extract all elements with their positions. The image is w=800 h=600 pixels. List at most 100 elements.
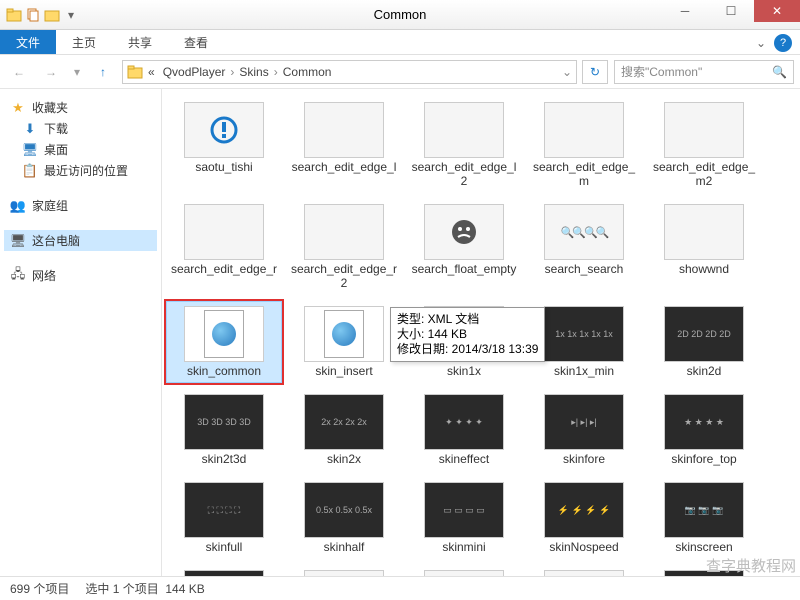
file-name: skin2x — [327, 452, 361, 466]
quick-access: ▾ — [0, 7, 85, 23]
file-name: search_float_empty — [412, 262, 517, 276]
window-title: Common — [374, 7, 427, 22]
file-name: skin2t3d — [202, 452, 247, 466]
close-button[interactable]: ✕ — [754, 0, 800, 22]
nav-pane: ★收藏夹 ⬇下载 🖥桌面 📋最近访问的位置 👥家庭组 🖥这台电脑 🖧网络 — [0, 89, 162, 576]
sidebar-thispc[interactable]: 🖥这台电脑 — [4, 230, 157, 251]
file-item[interactable]: 3D 3D 3D 3Dskin2t3d — [166, 389, 282, 471]
file-name: skinfore_top — [671, 452, 736, 466]
file-name: skin_insert — [315, 364, 372, 378]
folder-icon — [127, 64, 143, 80]
tab-view[interactable]: 查看 — [168, 30, 224, 54]
star-icon: ★ — [10, 100, 26, 116]
file-item[interactable]: slider_back_barrage — [286, 565, 402, 576]
ribbon-expand-icon[interactable]: ⌄ — [756, 36, 766, 50]
file-item[interactable]: ▸| ▸| ▸|skinfore — [526, 389, 642, 471]
file-item[interactable]: 📷 📷 📷skinscreen — [646, 477, 762, 559]
file-name: skinfull — [206, 540, 243, 554]
file-item[interactable]: 2x 2x 2x 2xskin2x — [286, 389, 402, 471]
minimize-button[interactable]: ─ — [662, 0, 708, 22]
search-placeholder: 搜索"Common" — [621, 63, 768, 80]
network-icon: 🖧 — [10, 268, 26, 284]
file-item[interactable]: search_edit_edge_r2 — [286, 199, 402, 295]
qat-dropdown-icon[interactable]: ▾ — [63, 7, 79, 23]
tab-home[interactable]: 主页 — [56, 30, 112, 54]
refresh-button[interactable]: ↻ — [582, 60, 608, 84]
window-controls: ─ ☐ ✕ — [662, 0, 800, 22]
tab-share[interactable]: 共享 — [112, 30, 168, 54]
status-bar: 699 个项目 选中 1 个项目 144 KB — [0, 576, 800, 600]
file-item[interactable]: ⚡ ⚡ ⚡ ⚡skinspeed — [166, 565, 282, 576]
homegroup-icon: 👥 — [10, 198, 26, 214]
file-item[interactable]: slider_back_sound — [526, 565, 642, 576]
file-name: search_search — [545, 262, 624, 276]
file-item[interactable]: 🔍🔍🔍🔍search_search — [526, 199, 642, 295]
file-name: search_edit_edge_r — [171, 262, 277, 276]
crumb-2[interactable]: Skins — [236, 65, 271, 79]
file-item[interactable]: ▭ ▭ ▭ ▭skinmini — [406, 477, 522, 559]
sidebar-favorites[interactable]: ★收藏夹 — [4, 97, 157, 118]
sidebar-downloads[interactable]: ⬇下载 — [4, 118, 157, 139]
file-item[interactable]: skin_common — [166, 301, 282, 383]
file-item[interactable]: skin_insert — [286, 301, 402, 383]
recent-button[interactable]: ▾ — [70, 59, 84, 85]
file-name: search_edit_edge_l — [292, 160, 397, 174]
file-name: skinNospeed — [549, 540, 618, 554]
recent-icon: 📋 — [22, 163, 38, 179]
file-grid[interactable]: saotu_tishi search_edit_edge_l search_edit… — [162, 89, 800, 576]
address-bar: ← → ▾ ↑ « QvodPlayer › Skins › Common ⌄ … — [0, 55, 800, 89]
file-item[interactable]: search_edit_edge_m — [526, 97, 642, 193]
file-name: search_edit_edge_l2 — [409, 160, 519, 188]
crumb-1[interactable]: QvodPlayer — [160, 65, 229, 79]
sidebar-homegroup[interactable]: 👥家庭组 — [4, 195, 157, 216]
file-item[interactable]: 2D 2D 2D 2Dskin2d — [646, 301, 762, 383]
tab-file[interactable]: 文件 — [0, 30, 56, 54]
maximize-button[interactable]: ☐ — [708, 0, 754, 22]
file-item[interactable]: showwnd — [646, 199, 762, 295]
tooltip: 类型: XML 文档 大小: 144 KB 修改日期: 2014/3/18 13… — [390, 307, 545, 362]
folder-icon — [6, 7, 22, 23]
file-name: skin1x_min — [554, 364, 614, 378]
file-item[interactable]: ★ ★ ★ ★skinfore_top — [646, 389, 762, 471]
search-input[interactable]: 搜索"Common" 🔍 — [614, 60, 794, 84]
file-item[interactable]: 0.5x 0.5x 0.5xskinhalf — [286, 477, 402, 559]
copy-icon[interactable] — [25, 7, 41, 23]
ribbon: 文件 主页 共享 查看 ⌄ ? — [0, 30, 800, 55]
crumb-prefix: « — [145, 65, 158, 79]
crumb-3[interactable]: Common — [280, 65, 335, 79]
file-name: skin_common — [187, 364, 261, 378]
watermark: 查字典教程网 — [706, 555, 796, 576]
file-name: skinscreen — [675, 540, 732, 554]
file-name: skinhalf — [324, 540, 365, 554]
download-icon: ⬇ — [22, 121, 38, 137]
props-icon[interactable] — [44, 7, 60, 23]
file-item[interactable]: ⚡ ⚡ ⚡ ⚡skinNospeed — [526, 477, 642, 559]
breadcrumb[interactable]: « QvodPlayer › Skins › Common ⌄ — [122, 60, 577, 84]
file-name: search_edit_edge_m2 — [649, 160, 759, 188]
help-button[interactable]: ? — [774, 34, 792, 52]
titlebar: ▾ Common ─ ☐ ✕ — [0, 0, 800, 30]
file-item[interactable]: ✦ ✦ ✦ ✦skineffect — [406, 389, 522, 471]
file-item[interactable]: search_float_empty — [406, 199, 522, 295]
file-name: search_edit_edge_r2 — [289, 262, 399, 290]
file-name: skin2d — [687, 364, 722, 378]
sidebar-network[interactable]: 🖧网络 — [4, 265, 157, 286]
up-button[interactable]: ↑ — [90, 59, 116, 85]
file-name: skinmini — [442, 540, 485, 554]
file-item[interactable]: search_edit_edge_m2 — [646, 97, 762, 193]
sidebar-recent[interactable]: 📋最近访问的位置 — [4, 160, 157, 181]
status-count: 699 个项目 — [10, 580, 69, 597]
file-item[interactable]: search_edit_edge_l — [286, 97, 402, 193]
file-name: saotu_tishi — [195, 160, 252, 174]
file-item[interactable]: ⛶ ⛶ ⛶ ⛶skinfull — [166, 477, 282, 559]
desktop-icon: 🖥 — [22, 142, 38, 158]
file-name: skin1x — [447, 364, 481, 378]
back-button[interactable]: ← — [6, 59, 32, 85]
sidebar-desktop[interactable]: 🖥桌面 — [4, 139, 157, 160]
file-item[interactable]: search_edit_edge_r — [166, 199, 282, 295]
file-item[interactable]: search_edit_edge_l2 — [406, 97, 522, 193]
forward-button[interactable]: → — [38, 59, 64, 85]
file-item[interactable]: slider_back_midrage — [406, 565, 522, 576]
file-item[interactable]: saotu_tishi — [166, 97, 282, 193]
chevron-down-icon[interactable]: ⌄ — [562, 65, 572, 79]
